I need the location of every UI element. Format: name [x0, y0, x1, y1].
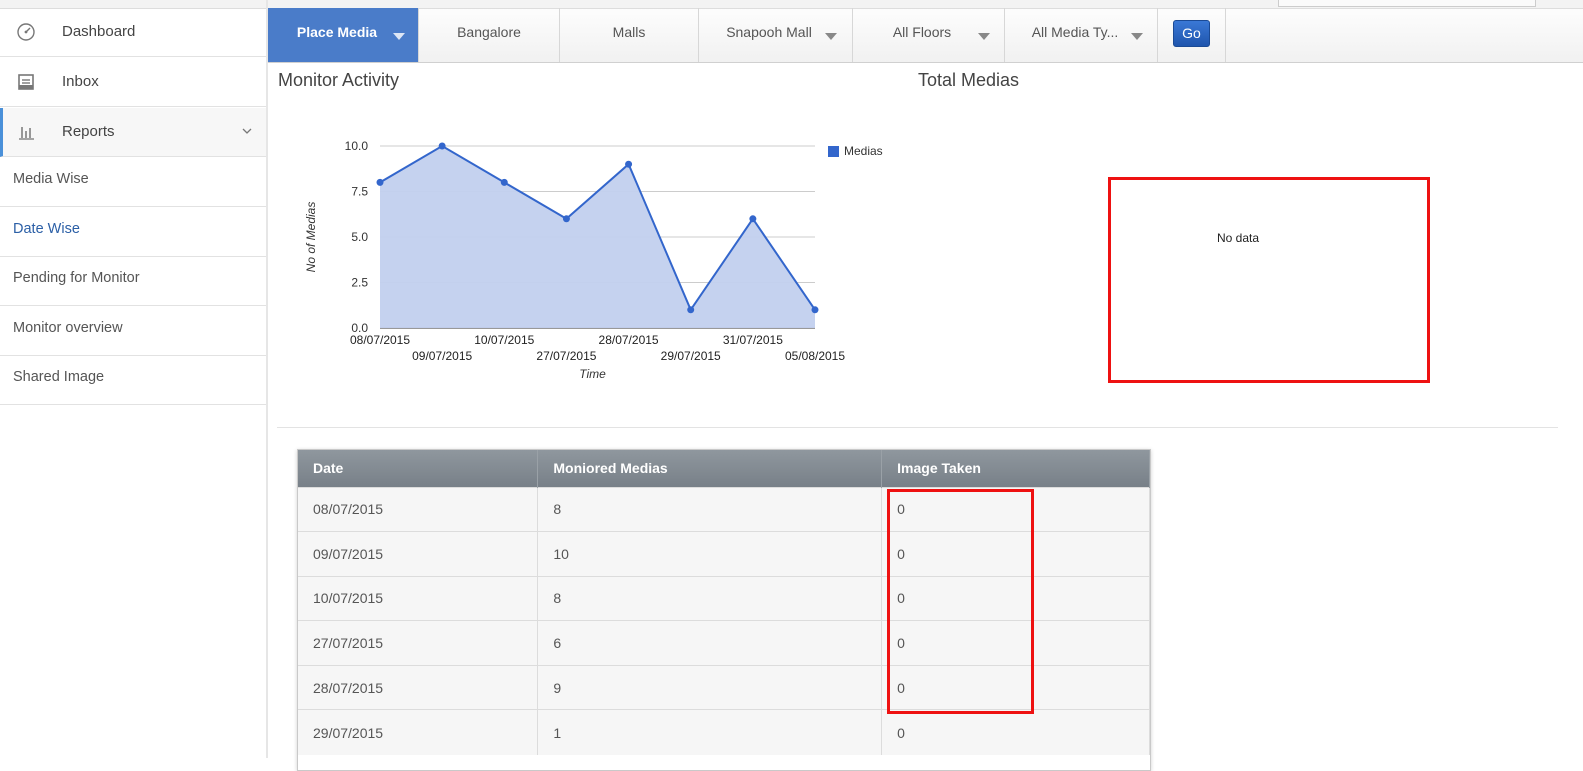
- sidebar-subitem-label: Media Wise: [13, 171, 89, 187]
- cell-date: 27/07/2015: [298, 620, 539, 666]
- cell-image-taken: 0: [881, 709, 1150, 755]
- total-medias-title: Total Medias: [918, 70, 1020, 90]
- cell-date: 10/07/2015: [298, 575, 539, 621]
- x-axis-label: Time: [579, 367, 606, 381]
- inbox-icon: [18, 74, 34, 90]
- sidebar-item-label: Dashboard: [62, 23, 136, 40]
- filter-media-type-dropdown[interactable]: All Media Ty...: [1005, 8, 1158, 62]
- table-header-row: Date Moniored Medias Image Taken: [298, 450, 1150, 487]
- filter-label: All Floors: [892, 24, 952, 40]
- cell-monitored-medias: 8: [537, 486, 883, 532]
- x-tick-label: 10/07/2015: [474, 333, 534, 347]
- highlight-box-no-data: [1108, 177, 1430, 383]
- y-axis-label: No of Medias: [304, 202, 318, 273]
- filter-label: Bangalore: [457, 24, 521, 40]
- filter-label: Place Media: [296, 24, 378, 40]
- sidebar-subitem-label: Shared Image: [13, 369, 105, 385]
- dashboard-gauge-icon: [17, 23, 35, 41]
- x-tick-label: 08/07/2015: [350, 333, 410, 347]
- y-tick-label: 10.0: [345, 139, 369, 153]
- cell-monitored-medias: 6: [537, 620, 883, 666]
- dropdown-caret-icon: [393, 33, 405, 40]
- data-point[interactable]: [438, 142, 446, 150]
- filter-label: Malls: [612, 24, 646, 40]
- sidebar: Dashboard Inbox Reports Media Wise Date …: [0, 0, 268, 758]
- sidebar-item-label: Inbox: [62, 73, 99, 90]
- data-point[interactable]: [500, 178, 508, 186]
- filter-place-media-dropdown[interactable]: Place Media: [268, 8, 419, 62]
- filter-bar: Place Media Bangalore Malls Snapooh Mall…: [268, 0, 1583, 63]
- y-tick-label: 2.5: [351, 276, 368, 290]
- filter-city-bangalore[interactable]: Bangalore: [419, 8, 560, 62]
- sidebar-subitem-monitor-overview[interactable]: Monitor overview: [0, 306, 266, 356]
- chevron-down-icon[interactable]: [242, 126, 252, 136]
- cell-date: 29/07/2015: [298, 709, 539, 755]
- y-tick-label: 7.5: [351, 185, 368, 199]
- sidebar-item-inbox[interactable]: Inbox: [0, 58, 266, 107]
- x-tick-label: 28/07/2015: [599, 333, 659, 347]
- x-tick-label: 09/07/2015: [412, 349, 472, 363]
- data-point[interactable]: [376, 178, 384, 186]
- search-box-edge[interactable]: [1278, 0, 1536, 7]
- cell-monitored-medias: 8: [537, 575, 883, 621]
- x-tick-label: 29/07/2015: [661, 349, 721, 363]
- x-tick-label: 31/07/2015: [723, 333, 783, 347]
- highlight-box-image-taken: [887, 489, 1034, 714]
- column-header-date[interactable]: Date: [298, 450, 539, 487]
- data-point[interactable]: [625, 160, 633, 168]
- cell-monitored-medias: 1: [537, 709, 883, 755]
- cell-date: 08/07/2015: [298, 486, 539, 532]
- data-point[interactable]: [562, 215, 570, 223]
- series-medias-area: [380, 146, 815, 328]
- cell-date: 09/07/2015: [298, 531, 539, 577]
- sidebar-item-dashboard[interactable]: Dashboard: [0, 8, 266, 57]
- go-button[interactable]: Go: [1173, 20, 1210, 47]
- filter-label: Snapooh Mall: [726, 24, 812, 40]
- sidebar-subitem-label: Date Wise: [13, 221, 80, 237]
- no-data-text: No data: [1217, 231, 1260, 245]
- x-tick-label: 05/08/2015: [785, 349, 845, 363]
- sidebar-subitem-shared-image[interactable]: Shared Image: [0, 355, 266, 405]
- sidebar-subitem-label: Monitor overview: [13, 320, 123, 336]
- bar-chart-icon: [19, 127, 34, 140]
- filter-label: All Media Ty...: [1031, 24, 1119, 40]
- sidebar-subitem-media-wise[interactable]: Media Wise: [0, 157, 266, 207]
- data-point[interactable]: [811, 306, 819, 314]
- x-tick-label: 27/07/2015: [536, 349, 596, 363]
- sidebar-subitem-label: Pending for Monitor: [13, 270, 140, 286]
- section-divider: [277, 427, 1558, 428]
- column-header-image-taken[interactable]: Image Taken: [881, 450, 1150, 487]
- y-tick-label: 5.0: [351, 230, 368, 244]
- filter-mall-dropdown[interactable]: Snapooh Mall: [699, 8, 853, 62]
- filter-category-malls[interactable]: Malls: [560, 8, 699, 62]
- dropdown-caret-icon: [978, 33, 990, 40]
- table-row: 29/07/2015 1 0: [298, 709, 1150, 755]
- sidebar-subitem-pending-for-monitor[interactable]: Pending for Monitor: [0, 256, 266, 306]
- monitor-activity-chart: 0.02.55.07.510.0 08/07/201509/07/201510/…: [304, 139, 845, 381]
- data-point[interactable]: [749, 215, 757, 223]
- cell-monitored-medias: 10: [537, 531, 883, 577]
- cell-date: 28/07/2015: [298, 664, 539, 710]
- sidebar-item-label: Reports: [62, 123, 115, 140]
- dropdown-caret-icon: [1131, 33, 1143, 40]
- cell-monitored-medias: 9: [537, 664, 883, 710]
- sidebar-subitem-date-wise[interactable]: Date Wise: [0, 207, 266, 257]
- monitor-activity-title: Monitor Activity: [278, 70, 400, 90]
- column-header-monitored-medias[interactable]: Moniored Medias: [537, 450, 883, 487]
- sidebar-item-reports[interactable]: Reports: [0, 108, 266, 157]
- data-point[interactable]: [687, 306, 695, 314]
- dropdown-caret-icon: [825, 33, 837, 40]
- filter-floors-dropdown[interactable]: All Floors: [853, 8, 1005, 62]
